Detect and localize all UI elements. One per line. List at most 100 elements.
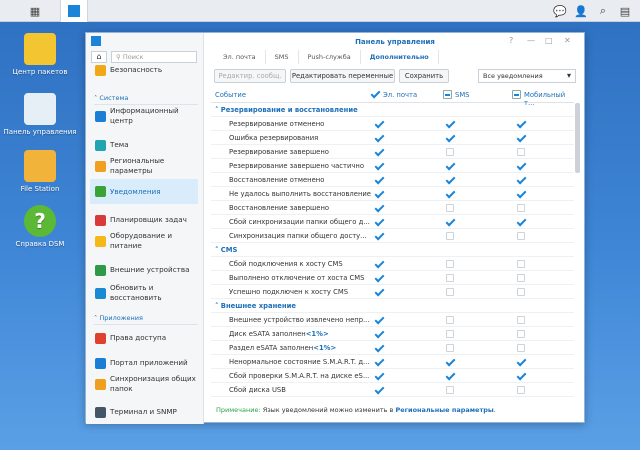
sms-checkbox[interactable] <box>446 162 454 170</box>
mobile-checkbox[interactable] <box>517 386 525 394</box>
mobile-checkbox[interactable] <box>517 134 525 142</box>
column-event[interactable]: Событие <box>215 91 246 99</box>
mobile-checkbox[interactable] <box>517 148 525 156</box>
sms-checkbox[interactable] <box>446 358 454 366</box>
minimize-icon[interactable]: — <box>527 36 535 45</box>
close-icon[interactable]: ✕ <box>564 36 571 45</box>
desktop-control-panel[interactable]: Панель управления <box>0 93 80 136</box>
email-checkbox[interactable] <box>375 176 383 184</box>
email-checkbox[interactable] <box>375 372 383 380</box>
sidebar-item[interactable]: Тема <box>90 136 198 154</box>
tab-advanced[interactable]: Дополнительно <box>361 50 439 64</box>
sms-checkbox[interactable] <box>446 316 454 324</box>
email-checkbox[interactable] <box>375 162 383 170</box>
sms-checkbox[interactable] <box>446 344 454 352</box>
sidebar-group[interactable]: ˄ Система <box>94 94 198 105</box>
email-checkbox[interactable] <box>375 358 383 366</box>
sms-checkbox[interactable] <box>446 148 454 156</box>
group-row[interactable]: ˄ CMS <box>211 243 574 257</box>
mobile-checkbox[interactable] <box>517 218 525 226</box>
sidebar-item[interactable]: Безопасность <box>90 61 198 79</box>
mobile-checkbox[interactable] <box>517 176 525 184</box>
sms-checkbox[interactable] <box>446 190 454 198</box>
main-menu-button[interactable]: ▦ <box>22 0 48 22</box>
mobile-checkbox[interactable] <box>517 372 525 380</box>
sms-checkbox[interactable] <box>446 372 454 380</box>
table-scrollbar[interactable] <box>575 103 580 173</box>
regional-settings-link[interactable]: Региональные параметры <box>395 406 493 414</box>
mobile-checkbox[interactable] <box>517 288 525 296</box>
email-column-checkbox[interactable] <box>371 90 380 99</box>
mobile-checkbox[interactable] <box>517 330 525 338</box>
desktop-dsm-help[interactable]: ? Справка DSM <box>0 205 80 248</box>
mobile-checkbox[interactable] <box>517 344 525 352</box>
widgets-icon[interactable]: ▤ <box>612 0 638 22</box>
sms-checkbox[interactable] <box>446 176 454 184</box>
sms-checkbox[interactable] <box>446 204 454 212</box>
sms-column-checkbox[interactable] <box>443 90 452 99</box>
mobile-checkbox[interactable] <box>517 190 525 198</box>
email-checkbox[interactable] <box>375 316 383 324</box>
email-checkbox[interactable] <box>375 218 383 226</box>
email-checkbox[interactable] <box>375 288 383 296</box>
email-checkbox[interactable] <box>375 204 383 212</box>
edit-message-button[interactable]: Редактир. сообщ. <box>214 69 286 83</box>
sidebar-item[interactable]: Планировщик задач <box>90 211 198 229</box>
email-checkbox[interactable] <box>375 386 383 394</box>
email-checkbox[interactable] <box>375 134 383 142</box>
mobile-checkbox[interactable] <box>517 162 525 170</box>
column-email[interactable]: Эл. почта <box>383 91 417 99</box>
email-checkbox[interactable] <box>375 274 383 282</box>
notification-filter-select[interactable]: Все уведомления <box>478 69 576 83</box>
sms-checkbox[interactable] <box>446 232 454 240</box>
sms-checkbox[interactable] <box>446 386 454 394</box>
sms-checkbox[interactable] <box>446 260 454 268</box>
sms-checkbox[interactable] <box>446 330 454 338</box>
email-checkbox[interactable] <box>375 148 383 156</box>
mobile-checkbox[interactable] <box>517 120 525 128</box>
maximize-icon[interactable]: □ <box>545 36 553 45</box>
sidebar-item[interactable]: Права доступа <box>90 329 198 347</box>
help-icon[interactable]: ? <box>509 36 513 45</box>
sms-checkbox[interactable] <box>446 218 454 226</box>
mobile-checkbox[interactable] <box>517 260 525 268</box>
sidebar-item[interactable]: Обновить и восстановить <box>90 283 198 303</box>
mobile-checkbox[interactable] <box>517 274 525 282</box>
desktop-package-center[interactable]: Центр пакетов <box>0 33 80 76</box>
control-panel-taskbar-button[interactable] <box>60 0 88 22</box>
mobile-checkbox[interactable] <box>517 204 525 212</box>
sms-checkbox[interactable] <box>446 134 454 142</box>
email-checkbox[interactable] <box>375 190 383 198</box>
email-checkbox[interactable] <box>375 260 383 268</box>
mobile-checkbox[interactable] <box>517 358 525 366</box>
sidebar-item[interactable]: Региональные параметры <box>90 156 198 176</box>
tab-push[interactable]: Push-служба <box>299 50 361 64</box>
desktop-file-station[interactable]: File Station <box>0 150 80 193</box>
sidebar-item[interactable]: Информационный центр <box>90 106 198 126</box>
mobile-column-checkbox[interactable] <box>512 90 521 99</box>
sidebar-group[interactable]: ˄ Приложения <box>94 314 198 325</box>
email-checkbox[interactable] <box>375 232 383 240</box>
email-checkbox[interactable] <box>375 330 383 338</box>
sms-checkbox[interactable] <box>446 120 454 128</box>
sidebar-item[interactable]: Синхронизация общих папок <box>90 374 198 394</box>
sidebar-item[interactable]: Оборудование и питание <box>90 231 198 251</box>
tab-email[interactable]: Эл. почта <box>214 50 266 64</box>
sidebar-item[interactable]: Уведомления <box>90 179 198 204</box>
mobile-checkbox[interactable] <box>517 316 525 324</box>
sms-checkbox[interactable] <box>446 274 454 282</box>
mobile-checkbox[interactable] <box>517 232 525 240</box>
tab-sms[interactable]: SMS <box>266 50 299 64</box>
column-sms[interactable]: SMS <box>455 91 470 99</box>
sidebar-item[interactable]: Портал приложений <box>90 354 198 372</box>
email-checkbox[interactable] <box>375 344 383 352</box>
save-button[interactable]: Сохранить <box>399 69 449 83</box>
edit-variables-button[interactable]: Редактировать переменные <box>290 69 395 83</box>
sidebar-item[interactable]: Внешние устройства <box>90 261 198 279</box>
email-checkbox[interactable] <box>375 120 383 128</box>
control-panel-window: ⌂ ⚲ Поиск Безопасность ˄ Система Информаци… <box>85 32 585 424</box>
sidebar-item[interactable]: Терминал и SNMP <box>90 403 198 421</box>
group-row[interactable]: ˄ Резервирование и восстановление <box>211 103 574 117</box>
sms-checkbox[interactable] <box>446 288 454 296</box>
group-row[interactable]: ˄ Внешнее хранение <box>211 299 574 313</box>
